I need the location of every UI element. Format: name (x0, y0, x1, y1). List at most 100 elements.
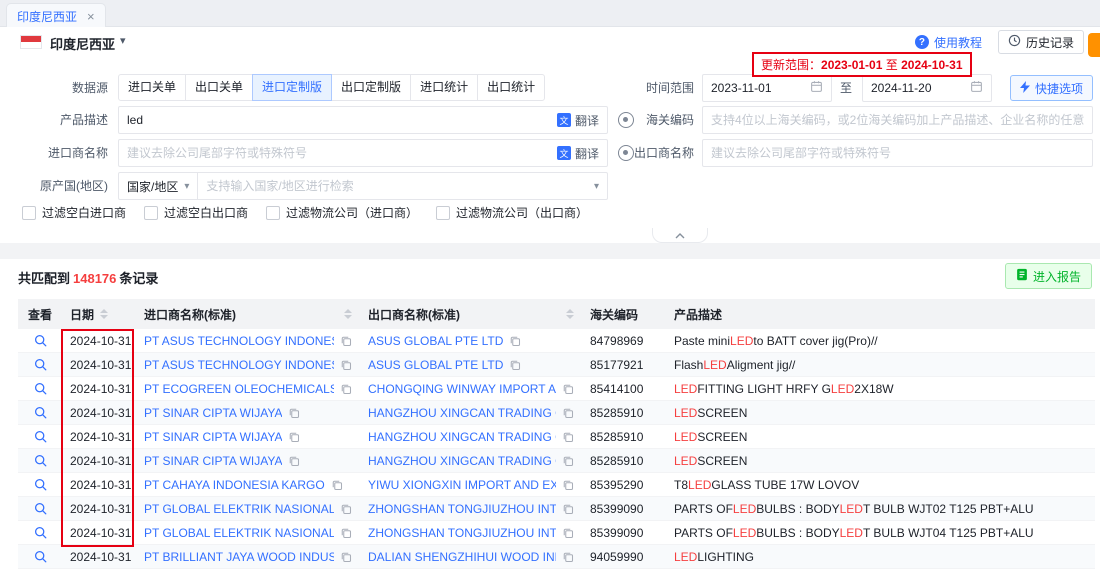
date-cell: 2024-10-31 (62, 425, 136, 448)
magnifier-icon[interactable] (34, 406, 47, 419)
date-cell: 2024-10-31 (62, 473, 136, 496)
magnifier-icon[interactable] (34, 358, 47, 371)
update-range-to: 至 (886, 58, 898, 72)
exporter-link[interactable]: HANGZHOU XINGCAN TRADING CO LTD (368, 430, 556, 444)
copy-icon[interactable] (288, 431, 300, 443)
customs-code-input[interactable] (711, 113, 1084, 127)
importer-name-input[interactable] (127, 146, 551, 160)
copy-icon[interactable] (509, 335, 521, 347)
history-button[interactable]: 历史记录 (998, 30, 1084, 54)
copy-icon[interactable] (562, 407, 574, 419)
magnifier-icon[interactable] (34, 478, 47, 491)
filter-checkbox-0[interactable]: 过滤空白进口商 (22, 204, 126, 221)
exporter-link[interactable]: YIWU XIONGXIN IMPORT AND EXPORT... (368, 478, 556, 492)
copy-icon[interactable] (288, 455, 300, 467)
magnifier-icon[interactable] (34, 502, 47, 515)
exporter-link[interactable]: HANGZHOU XINGCAN TRADING CO LTD (368, 454, 556, 468)
importer-link[interactable]: PT GLOBAL ELEKTRIK NASIONAL (144, 502, 334, 516)
magnifier-icon[interactable] (34, 382, 47, 395)
tutorial-link[interactable]: ? 使用教程 (915, 34, 982, 51)
view-cell (18, 377, 62, 400)
checkbox-icon[interactable] (144, 206, 158, 220)
origin-country-select[interactable]: 国家/地区 ▾ (119, 173, 198, 199)
sort-icon[interactable] (344, 309, 352, 319)
copy-icon[interactable] (562, 527, 574, 539)
copy-icon[interactable] (340, 335, 352, 347)
filter-checkbox-2[interactable]: 过滤物流公司（进口商） (266, 204, 418, 221)
translate-button[interactable]: 文 翻译 (557, 112, 599, 129)
copy-icon[interactable] (331, 479, 343, 491)
exporter-link[interactable]: HANGZHOU XINGCAN TRADING CO LTD (368, 406, 556, 420)
magnifier-icon[interactable] (34, 334, 47, 347)
source-tab-0[interactable]: 进口关单 (118, 74, 186, 101)
exporter-link[interactable]: ASUS GLOBAL PTE LTD (368, 358, 503, 372)
importer-link[interactable]: PT ECOGREEN OLEOCHEMICALS (144, 382, 334, 396)
product-desc-input[interactable] (127, 113, 551, 127)
tab-close-icon[interactable]: × (87, 10, 95, 23)
exporter-link[interactable]: CHONGQING WINWAY IMPORT AND E... (368, 382, 556, 396)
checkbox-icon[interactable] (266, 206, 280, 220)
filter-checkbox-3[interactable]: 过滤物流公司（出口商） (436, 204, 588, 221)
checkbox-icon[interactable] (22, 206, 36, 220)
magnifier-icon[interactable] (34, 454, 47, 467)
exporter-link[interactable]: DALIAN SHENGZHIHUI WOOD INDUST... (368, 550, 556, 564)
origin-country-input[interactable] (198, 179, 594, 193)
importer-link[interactable]: PT ASUS TECHNOLOGY INDONESIA BA... (144, 334, 334, 348)
copy-icon[interactable] (340, 551, 352, 563)
importer-link[interactable]: PT GLOBAL ELEKTRIK NASIONAL (144, 526, 334, 540)
copy-icon[interactable] (340, 359, 352, 371)
orange-widget[interactable] (1088, 33, 1100, 57)
start-date-input[interactable]: 2023-11-01 (702, 74, 832, 102)
copy-icon[interactable] (562, 503, 574, 515)
importer-link[interactable]: PT SINAR CIPTA WIJAYA (144, 454, 282, 468)
collapse-panel-button[interactable] (652, 228, 708, 243)
table-row: 2024-10-31PT ECOGREEN OLEOCHEMICALSCHONG… (18, 377, 1095, 401)
importer-link[interactable]: PT SINAR CIPTA WIJAYA (144, 430, 282, 444)
source-tab-3[interactable]: 出口定制版 (331, 74, 411, 101)
filter-checkbox-1[interactable]: 过滤空白出口商 (144, 204, 248, 221)
magnifier-icon[interactable] (34, 550, 47, 563)
quick-options-button[interactable]: 快捷选项 (1010, 75, 1093, 101)
end-date-input[interactable]: 2024-11-20 (862, 74, 992, 102)
copy-icon[interactable] (562, 455, 574, 467)
column-header-2[interactable]: 进口商名称(标准) (136, 299, 360, 329)
copy-icon[interactable] (509, 359, 521, 371)
exporter-link[interactable]: ZHONGSHAN TONGJIUZHOU INTERNA... (368, 526, 556, 540)
source-tab-2[interactable]: 进口定制版 (252, 74, 332, 101)
exporter-cell: HANGZHOU XINGCAN TRADING CO LTD (360, 449, 582, 472)
copy-icon[interactable] (562, 479, 574, 491)
column-header-3[interactable]: 出口商名称(标准) (360, 299, 582, 329)
results-panel: 共匹配到148176条记录 进入报告 查看日期进口商名称(标准)出口商名称(标准… (0, 259, 1100, 569)
copy-icon[interactable] (562, 551, 574, 563)
copy-icon[interactable] (562, 431, 574, 443)
checkbox-icon[interactable] (436, 206, 450, 220)
copy-icon[interactable] (288, 407, 300, 419)
source-tab-1[interactable]: 出口关单 (185, 74, 253, 101)
exporter-link[interactable]: ZHONGSHAN TONGJIUZHOU INTERNA... (368, 502, 556, 516)
source-tab-4[interactable]: 进口统计 (410, 74, 478, 101)
copy-icon[interactable] (340, 383, 352, 395)
column-header-1[interactable]: 日期 (62, 299, 136, 329)
copy-icon[interactable] (340, 503, 352, 515)
chevron-up-icon (675, 228, 685, 242)
copy-icon[interactable] (340, 527, 352, 539)
importer-link[interactable]: PT ASUS TECHNOLOGY INDONESIA BA... (144, 358, 334, 372)
importer-link[interactable]: PT BRILLIANT JAYA WOOD INDUSTRY (144, 550, 334, 564)
tab-label: 印度尼西亚 (17, 8, 77, 25)
exporter-link[interactable]: ASUS GLOBAL PTE LTD (368, 334, 503, 348)
sort-icon[interactable] (100, 309, 108, 319)
tab-indonesia[interactable]: 印度尼西亚 × (6, 3, 106, 28)
source-tab-5[interactable]: 出口统计 (477, 74, 545, 101)
update-range-annotation: 更新范围：2023-01-01 至 2024-10-31 (752, 52, 972, 77)
chevron-down-icon[interactable]: ▾ (594, 181, 599, 192)
magnifier-icon[interactable] (34, 430, 47, 443)
importer-link[interactable]: PT CAHAYA INDONESIA KARGO (144, 478, 325, 492)
importer-link[interactable]: PT SINAR CIPTA WIJAYA (144, 406, 282, 420)
translate-button[interactable]: 文 翻译 (557, 145, 599, 162)
enter-report-button[interactable]: 进入报告 (1005, 263, 1092, 289)
magnifier-icon[interactable] (34, 526, 47, 539)
chevron-down-icon[interactable]: ▾ (120, 34, 126, 47)
copy-icon[interactable] (562, 383, 574, 395)
exporter-name-input[interactable] (711, 146, 1084, 160)
sort-icon[interactable] (566, 309, 574, 319)
